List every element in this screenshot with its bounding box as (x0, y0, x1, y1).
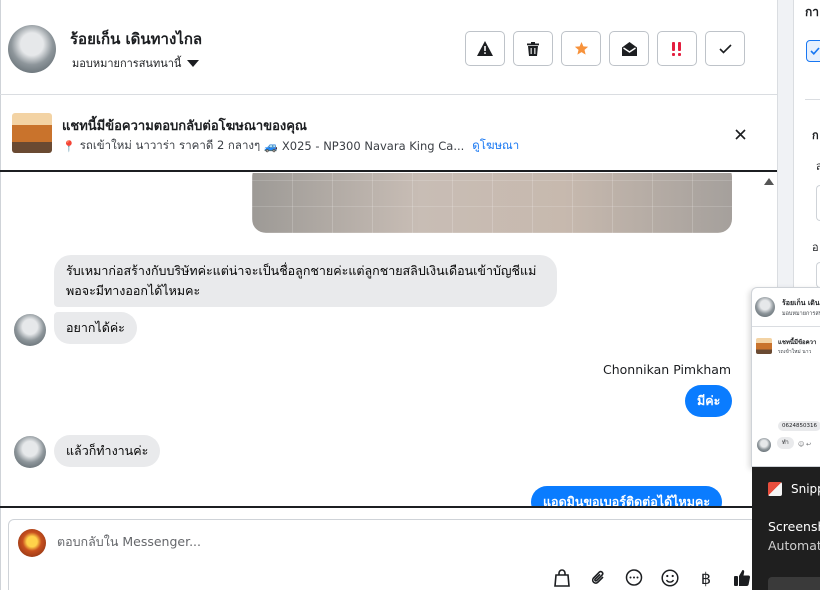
preview-message: ทำ (777, 437, 794, 449)
action-toolbar (465, 31, 745, 66)
ad-thumbnail[interactable] (12, 113, 52, 153)
contact-name[interactable]: ร้อยเก็น เดินทางไกล (70, 27, 202, 51)
notification-title: Screensh (768, 519, 820, 534)
preview-message: 0624850316 (778, 421, 820, 431)
mark-done-button[interactable] (705, 31, 745, 66)
emoji-button[interactable] (661, 568, 679, 588)
view-ad-link[interactable]: ดูโฆษณา (472, 137, 519, 155)
right-sidebar-field[interactable] (816, 185, 820, 221)
message-thread[interactable]: รับเหมาก่อสร้างกับบริษัทค่ะแต่น่าจะเป็นช… (0, 173, 777, 508)
notification-app-name: Snipp (791, 482, 820, 496)
banner-subtitle-model: X025 - NP300 Navara King Ca... (281, 139, 465, 153)
incoming-message: แล้วก็ทำงานค่ะ (54, 435, 161, 467)
check-icon (810, 47, 820, 55)
close-icon (734, 128, 746, 140)
close-banner-button[interactable] (729, 123, 751, 145)
scroll-up-arrow-icon[interactable] (764, 178, 774, 185)
truck-icon: 🚙 (264, 139, 278, 153)
contact-avatar-small[interactable] (14, 314, 46, 346)
envelope-open-icon (621, 41, 637, 56)
like-button[interactable] (733, 568, 751, 588)
right-sidebar-divider (805, 99, 820, 100)
contact-avatar-small[interactable] (14, 436, 46, 468)
shop-bag-button[interactable] (553, 568, 571, 588)
assign-label: มอบหมายการสนทนานี้ (72, 57, 182, 70)
reply-composer: ฿ (8, 519, 763, 590)
right-sidebar-heading: กา (805, 5, 820, 19)
contact-avatar[interactable] (8, 25, 56, 73)
notification-action-button[interactable] (768, 577, 820, 590)
assign-conversation-dropdown[interactable]: มอบหมายการสนทนานี้ (72, 54, 200, 72)
smiley-icon (661, 569, 679, 587)
preview-name: ร้อยเก็น เดิน (782, 299, 820, 307)
sender-name: Chonnikan Pimkham (603, 362, 732, 377)
shared-photo[interactable] (252, 173, 732, 233)
delete-button[interactable] (513, 31, 553, 66)
right-sidebar-label: ส (816, 160, 820, 173)
banner-subtitle: 📍 รถเข้าใหม่ นาวาร่า ราคาดี 2 กลางๆ 🚙 X0… (62, 137, 519, 155)
warning-icon (477, 41, 493, 56)
outgoing-message: มีค่ะ (685, 385, 733, 417)
composer-toolbar: ฿ (553, 568, 751, 588)
right-sidebar-label: ก (812, 129, 819, 142)
paperclip-icon (591, 570, 604, 584)
preview-avatar (755, 297, 775, 317)
caret-down-icon (187, 59, 200, 67)
shopping-bag-icon (554, 569, 570, 587)
payment-button[interactable]: ฿ (697, 568, 715, 588)
ad-reply-banner: แชทนี้มีข้อความตอบกลับต่อโฆษณาของคุณ 📍 ร… (0, 96, 777, 172)
preview-avatar-small (757, 438, 771, 452)
report-button[interactable] (465, 31, 505, 66)
right-sidebar-label: อ (812, 241, 819, 254)
preview-banner-subtitle: รถเข้าใหม่ นาว (778, 349, 812, 355)
banner-subtitle-text: รถเข้าใหม่ นาวาร่า ราคาดี 2 กลางๆ (79, 138, 261, 152)
star-button[interactable] (561, 31, 601, 66)
flag-button[interactable] (657, 31, 697, 66)
preview-divider (752, 326, 820, 327)
right-sidebar-checkbox[interactable] (806, 40, 820, 62)
saved-replies-button[interactable] (625, 568, 643, 588)
attach-button[interactable] (589, 568, 607, 588)
trash-icon (527, 41, 539, 56)
preview-ad-thumbnail (756, 338, 772, 354)
preview-banner-title: แชทนี้มีข้อควา (778, 339, 817, 346)
banner-title: แชทนี้มีข้อความตอบกลับต่อโฆษณาของคุณ (62, 119, 307, 134)
incoming-message: รับเหมาก่อสร้างกับบริษัทค่ะแต่น่าจะเป็นช… (54, 255, 557, 307)
outgoing-message: แอดมินขอเบอร์ติดต่อได้ไหมคะ (531, 486, 723, 506)
window-preview-thumbnail[interactable]: ร้อยเก็น เดิน มอบหมายการสน แชทนี้มีข้อคว… (751, 287, 820, 467)
right-sidebar-field[interactable] (816, 262, 820, 288)
incoming-message: อยากได้ค่ะ (54, 312, 137, 344)
baht-icon: ฿ (700, 568, 712, 588)
conversation-header: ร้อยเก็น เดินทางไกล มอบหมายการสนทนานี้ (0, 0, 777, 95)
reply-input[interactable] (57, 534, 657, 549)
star-icon (574, 41, 588, 55)
mark-unread-button[interactable] (609, 31, 649, 66)
snip-notification[interactable]: Snipp Screensh Automat (752, 467, 820, 590)
notification-subtitle: Automat (768, 538, 820, 553)
check-icon (718, 43, 732, 54)
thumbs-up-icon (734, 570, 751, 586)
preview-reaction-icons: ☺ ↩ (798, 441, 812, 448)
alert-icon (672, 41, 681, 56)
pin-icon: 📍 (62, 139, 76, 153)
snipping-tool-icon (768, 482, 782, 496)
chat-bubble-icon (625, 569, 643, 586)
page-avatar (18, 529, 46, 557)
preview-assign: มอบหมายการสน (782, 311, 820, 317)
